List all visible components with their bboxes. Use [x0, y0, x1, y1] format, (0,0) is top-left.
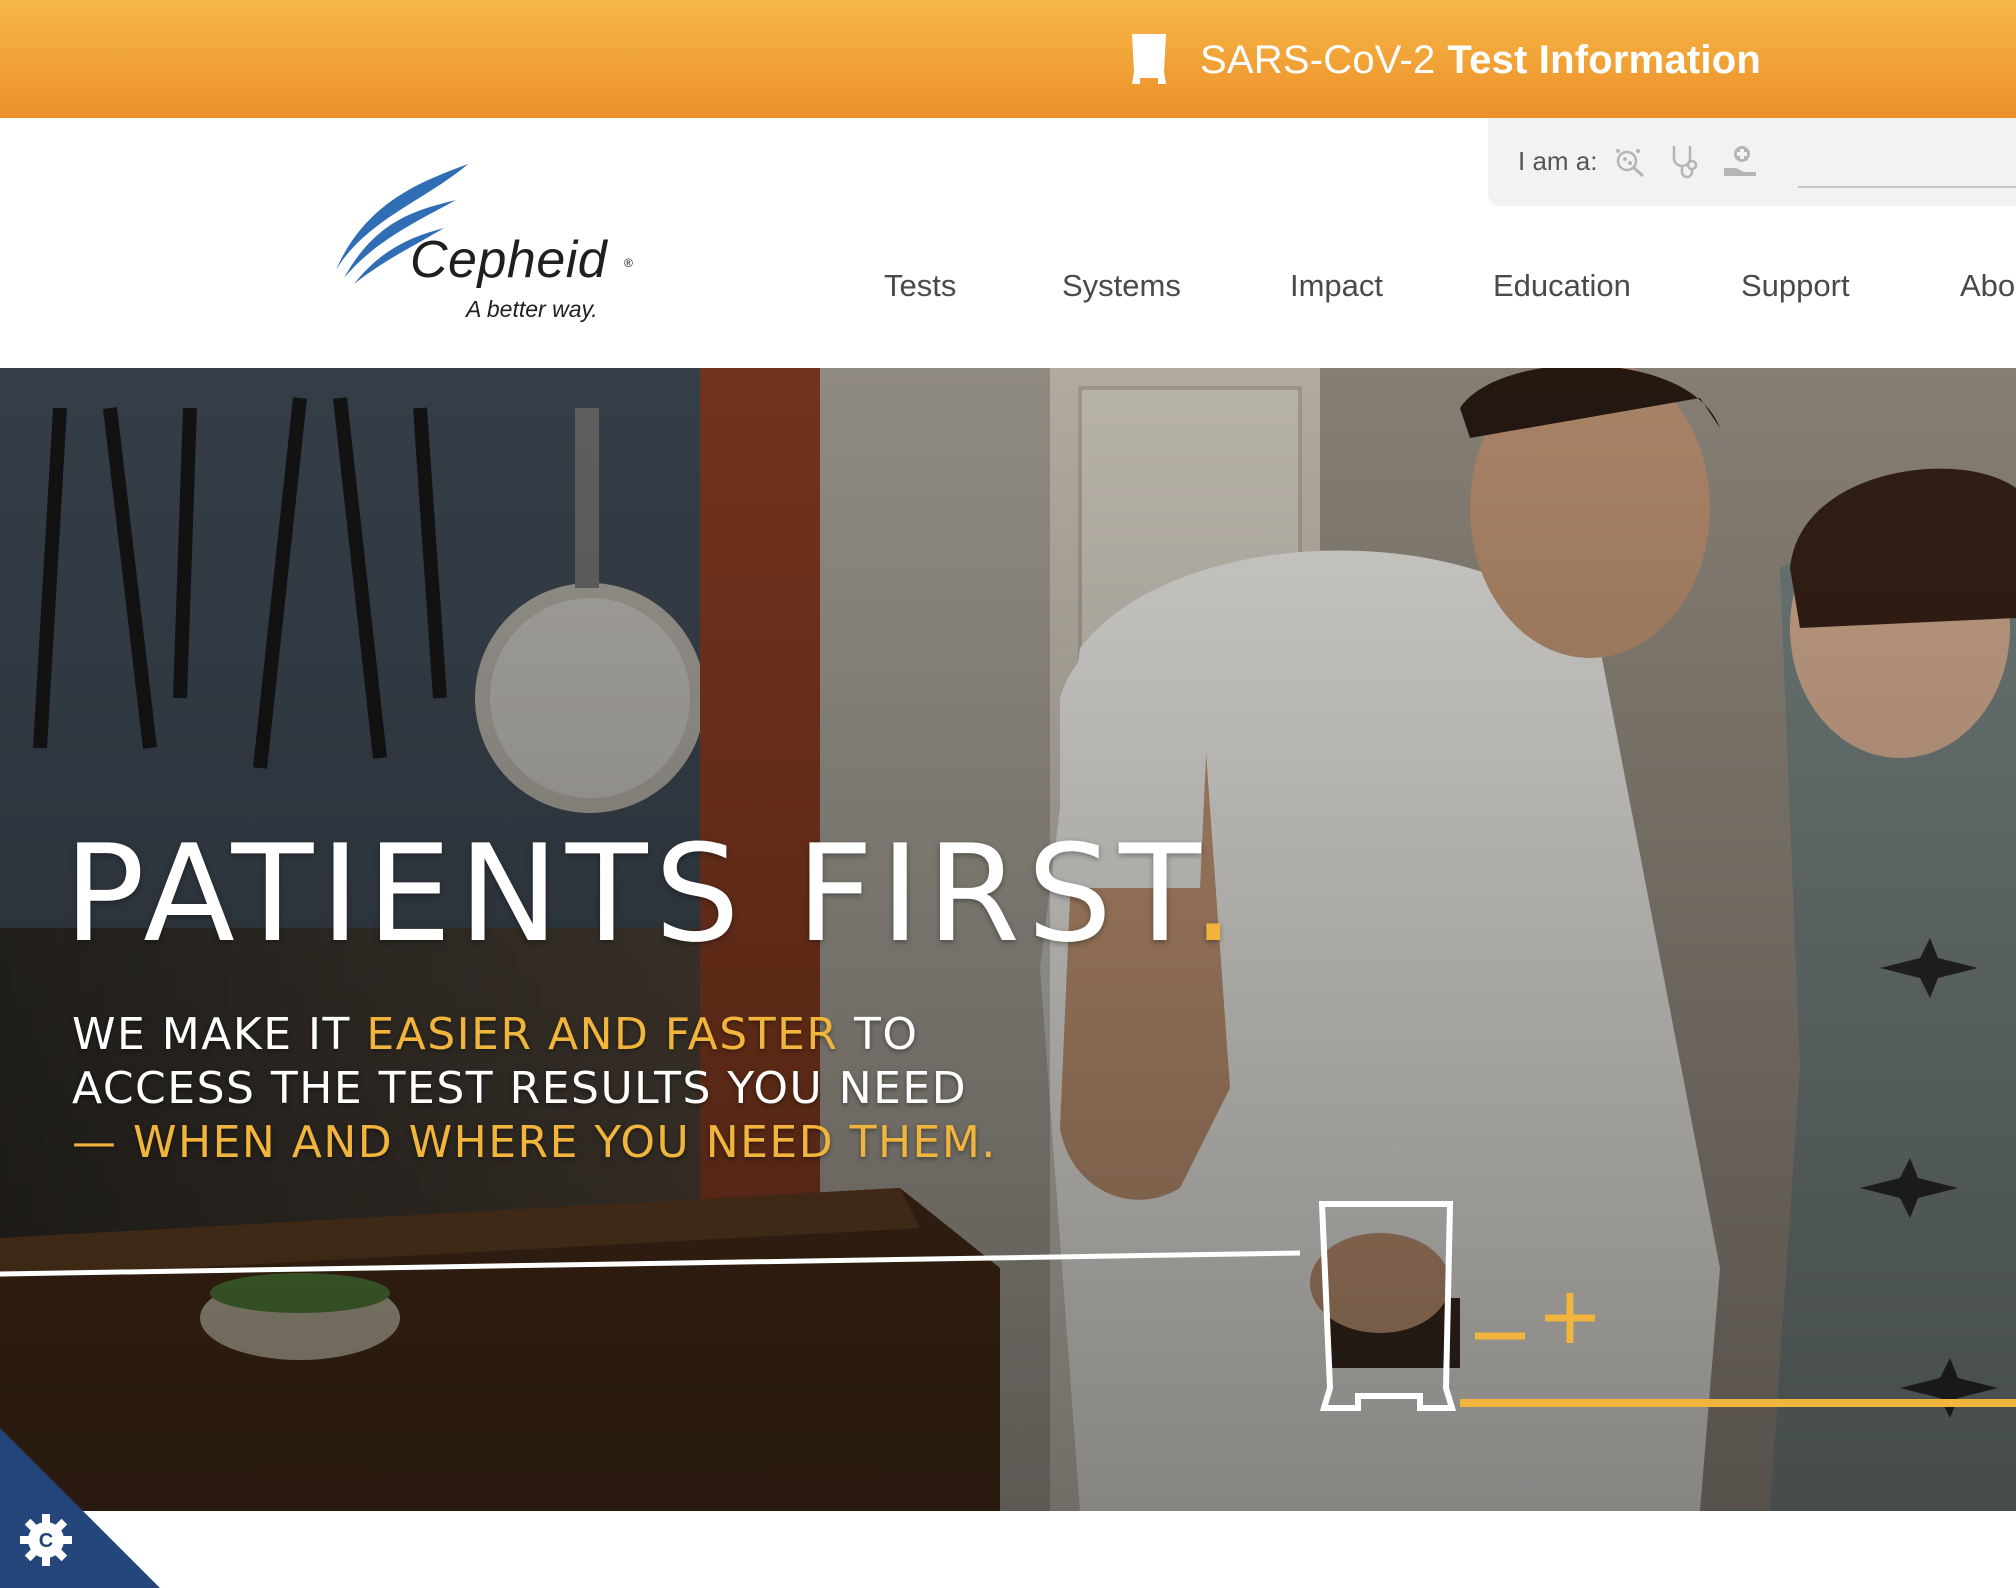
hero-subtitle: WE MAKE IT EASIER AND FASTER TO ACCESS T…	[72, 1008, 997, 1170]
hero-line1-end: TO	[838, 1009, 919, 1060]
banner-text-bold: Test Information	[1447, 37, 1761, 82]
hero-title: PATIENTS FIRST.	[64, 816, 1242, 972]
logo-wordmark: Cepheid	[410, 231, 608, 289]
cartridge-icon	[1132, 34, 1166, 84]
banner-content[interactable]: SARS-CoV-2 Test Information	[1128, 28, 1761, 92]
nav-item-impact[interactable]: Impact	[1290, 268, 1383, 304]
nav-item-support[interactable]: Support	[1741, 268, 1850, 304]
svg-text:C: C	[39, 1530, 53, 1552]
hero-title-dot: .	[1192, 816, 1242, 972]
nav-item-education[interactable]: Education	[1493, 268, 1631, 304]
cookie-settings-icon: C	[20, 1514, 72, 1566]
patient-icon[interactable]	[1722, 142, 1760, 180]
logo-tagline: A better way.	[466, 296, 598, 322]
nav-item-tests[interactable]: Tests	[884, 268, 956, 304]
banner-text-light: SARS-CoV-2	[1200, 37, 1436, 82]
hero-line1-start: WE MAKE IT	[72, 1009, 367, 1060]
hero-subtitle-line2: ACCESS THE TEST RESULTS YOU NEED	[72, 1063, 968, 1114]
role-selector: I am a:	[1488, 118, 2016, 206]
hero-line1-highlight: EASIER AND FASTER	[366, 1009, 839, 1060]
site-header: I am a: Cepheid ® A better way. Tests Sy…	[0, 118, 2016, 368]
hero-subtitle-line3: — WHEN AND WHERE YOU NEED THEM.	[72, 1117, 997, 1168]
banner-link[interactable]: SARS-CoV-2 Test Information	[1200, 38, 1761, 83]
stethoscope-icon[interactable]	[1666, 142, 1704, 180]
logo-registered-mark: ®	[624, 256, 633, 270]
covid-info-banner[interactable]: SARS-CoV-2 Test Information	[0, 0, 2016, 118]
cepheid-logo[interactable]: Cepheid ® A better way.	[326, 160, 646, 322]
nav-item-about[interactable]: Abo	[1960, 268, 2015, 304]
cookie-settings-button[interactable]: C	[0, 1428, 160, 1588]
hero-subtitle-line1: WE MAKE IT EASIER AND FASTER TO	[72, 1008, 997, 1062]
role-selector-label: I am a:	[1518, 146, 1598, 176]
hero-title-text: PATIENTS FIRST	[64, 816, 1192, 972]
lab-icon[interactable]	[1610, 142, 1648, 180]
nav-item-systems[interactable]: Systems	[1062, 268, 1181, 304]
role-selector-underline	[1798, 186, 2016, 188]
hero-section: PATIENTS FIRST. WE MAKE IT EASIER AND FA…	[0, 368, 2016, 1511]
